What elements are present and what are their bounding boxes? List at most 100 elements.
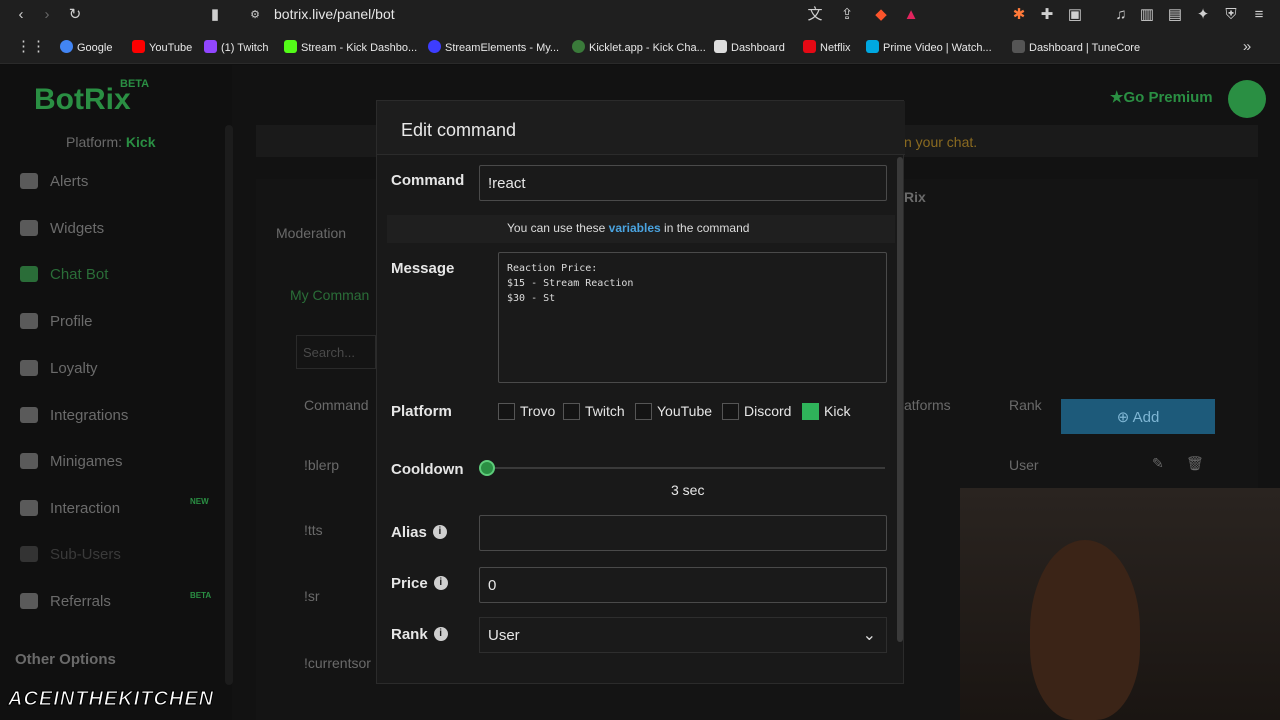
alias-input[interactable] [479, 515, 887, 551]
sidebar-item-loyalty[interactable]: Loyalty [20, 360, 98, 384]
modal-scrollbar[interactable] [897, 157, 903, 642]
sidebar-item-profile[interactable]: Profile [20, 313, 93, 337]
edit-icon[interactable]: ✎ [1152, 455, 1164, 472]
table-row-rank: User [1009, 457, 1039, 473]
twitch-icon [204, 40, 217, 53]
table-row-command: !sr [304, 588, 320, 604]
add-button[interactable]: ⊕ Add [1061, 399, 1215, 434]
bookmark-prime-video[interactable]: Prime Video | Watch... [866, 40, 992, 54]
back-icon[interactable]: ‹ [12, 6, 30, 24]
apps-grid-icon[interactable]: ⋮⋮ [16, 38, 46, 56]
panel-heading: Rix [904, 189, 926, 205]
robot-icon [20, 266, 38, 282]
checkbox-box[interactable] [635, 403, 652, 420]
column-platforms: atforms [904, 397, 951, 413]
sidebar-item-widgets[interactable]: Widgets [20, 220, 104, 244]
command-label: Command [391, 172, 465, 189]
bookmark-kicklet[interactable]: Kicklet.app - Kick Cha... [572, 40, 706, 54]
sidebar-item-referrals[interactable]: Referrals [20, 593, 111, 617]
share-icon[interactable]: ⇪ [838, 6, 856, 24]
tab-my-commands[interactable]: My Comman [290, 287, 369, 303]
bookmark-tunecore[interactable]: Dashboard | TuneCore [1012, 40, 1140, 54]
plus-icon: ⊕ [1116, 409, 1133, 426]
bookmark-youtube[interactable]: YouTube [132, 40, 192, 54]
cooldown-slider-track[interactable] [487, 467, 885, 469]
sidebar-icon[interactable]: ▥ [1138, 6, 1156, 24]
info-icon[interactable]: i [432, 525, 447, 539]
command-input[interactable]: !react [479, 165, 887, 201]
sidebar-item-minigames[interactable]: Minigames [20, 453, 123, 477]
cooldown-slider-handle[interactable] [479, 460, 495, 476]
media-icon[interactable]: ♫ [1112, 6, 1130, 24]
platform-checkbox-trovo[interactable]: Trovo [498, 403, 555, 423]
checkbox-box-checked[interactable] [802, 403, 819, 420]
vpn-icon[interactable]: ⛨ [1222, 6, 1240, 24]
go-premium-link[interactable]: ★Go Premium [1110, 88, 1213, 106]
chevron-down-icon: ⌄ [862, 627, 876, 644]
trash-icon[interactable]: 🗑 [1186, 455, 1204, 472]
message-textarea[interactable]: Reaction Price: $15 - Stream Reaction $3… [498, 252, 887, 383]
streamelements-icon [428, 40, 441, 53]
browser-toolbar: ‹ › ↻ ▮ ⚙ botrix.live/panel/bot 文 ⇪ ◆ ▲ … [0, 0, 1280, 30]
rank-select[interactable]: User ⌄ [479, 617, 887, 653]
platform-checkbox-youtube[interactable]: YouTube [635, 403, 712, 423]
checkbox-box[interactable] [722, 403, 739, 420]
forward-icon[interactable]: › [38, 6, 56, 24]
sidebar-item-integrations[interactable]: Integrations [20, 407, 128, 431]
search-input[interactable]: Search... [296, 335, 376, 369]
bookmark-netflix[interactable]: Netflix [803, 40, 851, 54]
bookmark-kick-dashboard[interactable]: Stream - Kick Dashbo... [284, 40, 417, 54]
platform-checkbox-twitch[interactable]: Twitch [563, 403, 625, 423]
beta-tag-referrals: BETA [190, 591, 212, 600]
variables-hint: You can use these variables in the comma… [507, 221, 750, 235]
wallet-icon[interactable]: ▤ [1166, 6, 1184, 24]
leo-icon[interactable]: ✦ [1194, 6, 1212, 24]
price-input[interactable]: 0 [479, 567, 887, 603]
info-icon[interactable]: i [433, 576, 448, 590]
sidebar-item-sub-users[interactable]: Sub-Users [20, 546, 121, 570]
bookmark-twitch[interactable]: (1) Twitch [204, 40, 268, 54]
google-icon [60, 40, 73, 53]
kicklet-icon [572, 40, 585, 53]
alias-label: Alias i [391, 524, 447, 541]
column-rank[interactable]: Rank [1009, 397, 1042, 413]
sidebar-item-alerts[interactable]: Alerts [20, 173, 88, 197]
reload-icon[interactable]: ↻ [66, 6, 84, 24]
youtube-icon [132, 40, 145, 53]
extensions-icon[interactable]: ✚ [1038, 6, 1056, 24]
brave-shield-icon[interactable]: ◆ [872, 6, 890, 24]
info-icon[interactable]: i [433, 627, 448, 641]
bookmark-google[interactable]: Google [60, 40, 112, 54]
checkbox-box[interactable] [563, 403, 580, 420]
extension-icon[interactable]: ✱ [1010, 6, 1028, 24]
bookmark-icon[interactable]: ▮ [206, 6, 224, 24]
site-info-icon[interactable]: ⚙ [246, 6, 264, 24]
more-bookmarks-icon[interactable]: » [1238, 38, 1256, 56]
variables-link[interactable]: variables [609, 221, 661, 235]
other-options-heading: Other Options [15, 651, 116, 668]
platform-checkbox-discord[interactable]: Discord [722, 403, 791, 423]
trophy-icon [20, 360, 38, 376]
translate-icon[interactable]: 文 [806, 6, 824, 24]
kick-icon [284, 40, 297, 53]
sidebar-scrollbar[interactable] [225, 125, 233, 685]
sidebar-item-chat-bot[interactable]: Chat Bot [20, 266, 108, 290]
screenshot-icon[interactable]: ▣ [1066, 6, 1084, 24]
sidebar-item-interaction[interactable]: Interaction [20, 500, 120, 524]
brave-rewards-icon[interactable]: ▲ [902, 6, 920, 24]
cooldown-label: Cooldown [391, 461, 464, 478]
platform-checkbox-kick[interactable]: Kick [802, 403, 850, 423]
checkbox-box[interactable] [498, 403, 515, 420]
widgets-icon [20, 220, 38, 236]
users-icon [20, 546, 38, 562]
bookmark-streamelements[interactable]: StreamElements - My... [428, 40, 559, 54]
edit-command-modal: Edit command Command !react You can use … [376, 100, 905, 684]
logo[interactable]: BotRix [34, 83, 131, 117]
column-command[interactable]: Command [304, 397, 369, 413]
avatar[interactable] [1228, 80, 1266, 118]
cooldown-value: 3 sec [671, 482, 705, 498]
bookmark-dashboard[interactable]: Dashboard [714, 40, 785, 54]
gamepad-icon [20, 453, 38, 469]
tab-moderation[interactable]: Moderation [276, 225, 346, 241]
menu-icon[interactable]: ≡ [1250, 6, 1268, 24]
